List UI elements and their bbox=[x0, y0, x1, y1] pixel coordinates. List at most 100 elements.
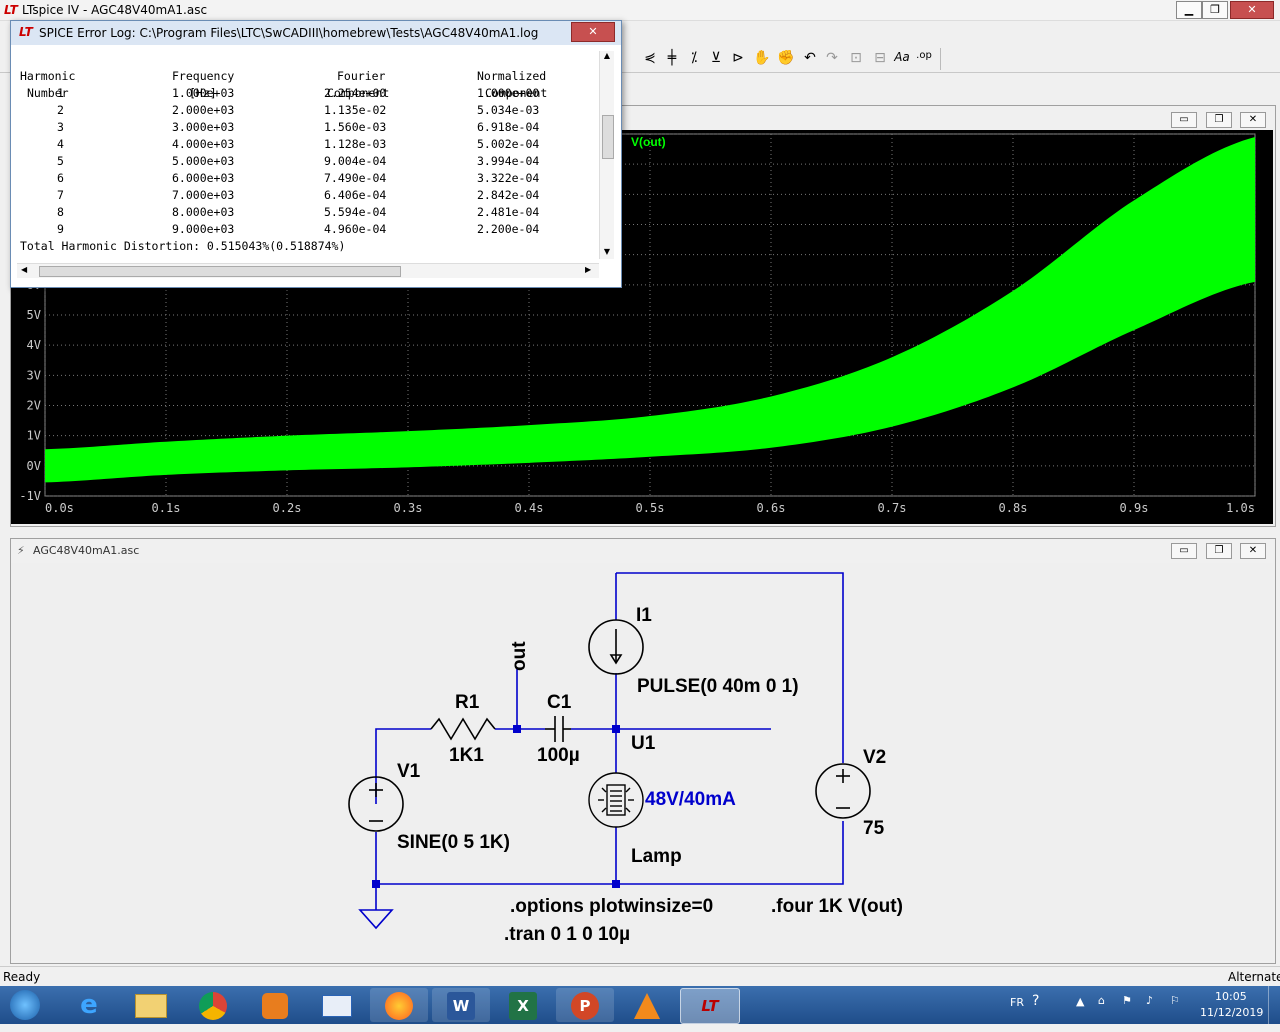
log-cell: 5 bbox=[57, 154, 64, 168]
spice-directive-icon[interactable]: .op bbox=[914, 50, 934, 68]
plot-close-button[interactable]: ✕ bbox=[1240, 112, 1266, 128]
action-center-icon[interactable]: ⚑ bbox=[1122, 994, 1132, 1007]
log-cell: 2.200e-04 bbox=[477, 222, 540, 236]
flag-icon[interactable]: ⚐ bbox=[1170, 994, 1180, 1007]
log-cell: 9.004e-04 bbox=[324, 154, 387, 168]
ltspice-taskbar-icon: LT bbox=[701, 997, 719, 1015]
schematic-minimize-button[interactable]: ▭ bbox=[1171, 543, 1197, 559]
tray-expand-icon[interactable]: ▲ bbox=[1076, 995, 1084, 1008]
log-cell: 2.481e-04 bbox=[477, 205, 540, 219]
y-tick-label: 2V bbox=[27, 399, 41, 413]
taskbar: e W X P LT FR ? ▲ ⌂ ⚑ ♪ ⚐ 10:05 11/12/20… bbox=[0, 986, 1280, 1024]
chrome-icon bbox=[199, 991, 227, 1020]
log-content[interactable]: Harmonic Frequency Fourier Normalized Numbe… bbox=[17, 51, 599, 261]
undo-icon[interactable]: ↶ bbox=[800, 50, 820, 68]
trace-label-vout[interactable]: V(out) bbox=[631, 135, 666, 149]
word-icon: W bbox=[447, 991, 475, 1020]
y-tick-label: 5V bbox=[27, 308, 41, 322]
clock-date[interactable]: 11/12/2019 bbox=[1200, 1006, 1263, 1019]
component-icon[interactable]: ⊳ bbox=[728, 50, 748, 68]
schematic-title: AGC48V40mA1.asc bbox=[33, 544, 140, 557]
log-cell: 7 bbox=[57, 188, 64, 202]
app-title-bar: LT LTspice IV - AGC48V40mA1.asc ▁ ❐ ✕ bbox=[0, 0, 1280, 21]
taskbar-media-player[interactable] bbox=[246, 988, 304, 1022]
ground-icon[interactable]: ╪ bbox=[662, 50, 682, 68]
schematic-canvas[interactable]: I1 PULSE(0 40m 0 1) R1 1K1 C1 100µ U1 48… bbox=[11, 563, 1273, 961]
rotate-icon[interactable]: ⊡ bbox=[846, 50, 866, 68]
log-cell: 6.918e-04 bbox=[477, 120, 540, 134]
log-cell: 5.002e-04 bbox=[477, 137, 540, 151]
log-dialog-title: SPICE Error Log: C:\Program Files\LTC\Sw… bbox=[39, 26, 539, 40]
taskbar-vlc[interactable] bbox=[618, 988, 676, 1022]
scroll-up-icon[interactable]: ▲ bbox=[600, 51, 614, 60]
directive-four[interactable]: .four 1K V(out) bbox=[771, 896, 903, 917]
log-cell: 8.000e+03 bbox=[172, 205, 235, 219]
log-cell: 5.034e-03 bbox=[477, 103, 540, 117]
label-icon[interactable]: ⁒ bbox=[684, 50, 704, 68]
schematic-restore-button[interactable]: ❐ bbox=[1206, 543, 1232, 559]
taskbar-chrome[interactable] bbox=[184, 988, 242, 1022]
label-u1-value: 48V/40mA bbox=[645, 789, 736, 810]
show-desktop-button[interactable] bbox=[1268, 986, 1280, 1024]
status-left: Ready bbox=[3, 970, 41, 984]
minimize-button[interactable]: ▁ bbox=[1176, 1, 1202, 19]
y-tick-label: 0V bbox=[27, 459, 41, 473]
scroll-left-icon[interactable]: ◀ bbox=[21, 265, 27, 274]
log-vscroll-thumb[interactable] bbox=[602, 115, 614, 159]
directive-options[interactable]: .options plotwinsize=0 bbox=[510, 896, 713, 917]
mirror-icon[interactable]: ⊟ bbox=[870, 50, 890, 68]
diode-icon[interactable]: ⊻ bbox=[706, 50, 726, 68]
log-close-button[interactable]: ✕ bbox=[571, 22, 615, 42]
x-tick-label: 1.0s bbox=[1226, 501, 1255, 515]
ltspice-app-icon: LT bbox=[4, 3, 18, 17]
x-tick-label: 0.0s bbox=[45, 501, 74, 515]
move-icon[interactable]: ✋ bbox=[752, 50, 772, 68]
taskbar-powerpoint[interactable]: P bbox=[556, 988, 614, 1022]
taskbar-firefox[interactable] bbox=[370, 988, 428, 1022]
network-icon[interactable]: ⌂ bbox=[1098, 994, 1105, 1007]
clock-time[interactable]: 10:05 bbox=[1215, 990, 1247, 1003]
help-icon[interactable]: ? bbox=[1032, 993, 1039, 1009]
taskbar-internet-explorer[interactable]: e bbox=[60, 988, 118, 1022]
start-button[interactable] bbox=[0, 988, 50, 1022]
log-hscroll-thumb[interactable] bbox=[39, 266, 401, 277]
scroll-right-icon[interactable]: ▶ bbox=[585, 265, 591, 274]
label-c1-value: 100µ bbox=[537, 745, 580, 766]
redo-icon[interactable]: ↷ bbox=[822, 50, 842, 68]
close-button[interactable]: ✕ bbox=[1230, 1, 1274, 19]
taskbar-file-explorer[interactable] bbox=[122, 988, 180, 1022]
log-cell: 1.128e-03 bbox=[324, 137, 387, 151]
label-v1-value: SINE(0 5 1K) bbox=[397, 832, 510, 853]
log-cell: 4.960e-04 bbox=[324, 222, 387, 236]
log-vertical-scrollbar[interactable]: ▲ ▼ bbox=[599, 51, 614, 259]
powerpoint-icon: P bbox=[571, 991, 599, 1020]
y-tick-label: -1V bbox=[19, 489, 41, 503]
log-horizontal-scrollbar[interactable]: ◀ ▶ bbox=[17, 263, 599, 278]
schematic-close-button[interactable]: ✕ bbox=[1240, 543, 1266, 559]
wire-icon[interactable]: ⋞ bbox=[640, 50, 660, 68]
x-tick-label: 0.9s bbox=[1120, 501, 1149, 515]
vlc-cone-icon bbox=[634, 992, 660, 1019]
x-tick-label: 0.5s bbox=[636, 501, 665, 515]
drag-icon[interactable]: ✊ bbox=[776, 50, 796, 68]
log-row: 7 7.000e+03 6.406e-04 2.842e-04 bbox=[17, 187, 599, 204]
plot-minimize-button[interactable]: ▭ bbox=[1171, 112, 1197, 128]
log-row: 1 1.000e+03 2.254e+00 1.000e+00 bbox=[17, 85, 599, 102]
taskbar-outlook[interactable] bbox=[308, 988, 366, 1022]
text-icon[interactable]: Aa bbox=[892, 50, 912, 68]
label-v2-value: 75 bbox=[863, 818, 885, 839]
language-indicator[interactable]: FR bbox=[1010, 996, 1024, 1009]
log-cell: 3.000e+03 bbox=[172, 120, 235, 134]
taskbar-ltspice[interactable]: LT bbox=[680, 988, 740, 1024]
label-v2: V2 bbox=[863, 747, 886, 768]
directive-tran[interactable]: .tran 0 1 0 10µ bbox=[504, 924, 630, 945]
taskbar-word[interactable]: W bbox=[432, 988, 490, 1022]
plot-restore-button[interactable]: ❐ bbox=[1206, 112, 1232, 128]
volume-icon[interactable]: ♪ bbox=[1146, 994, 1153, 1007]
log-dialog-titlebar: LT SPICE Error Log: C:\Program Files\LTC… bbox=[11, 21, 621, 45]
scroll-down-icon[interactable]: ▼ bbox=[600, 247, 614, 256]
ltspice-log-icon: LT bbox=[19, 25, 33, 39]
label-c1: C1 bbox=[547, 692, 572, 713]
taskbar-excel[interactable]: X bbox=[494, 988, 552, 1022]
maximize-button[interactable]: ❐ bbox=[1202, 1, 1228, 19]
